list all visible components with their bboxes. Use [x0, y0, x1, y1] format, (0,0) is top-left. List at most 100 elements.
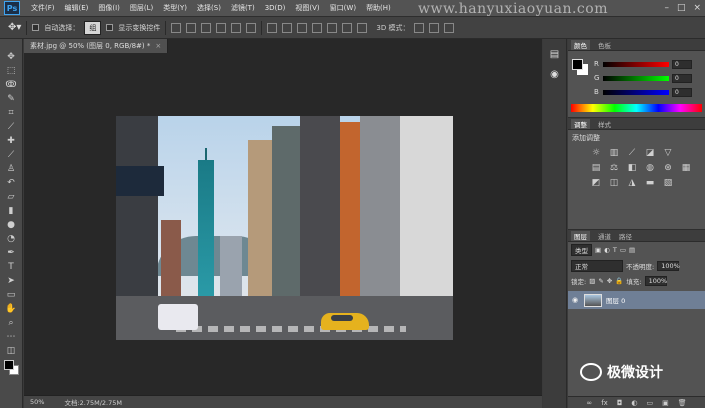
- new-group-icon[interactable]: ▭: [646, 399, 653, 407]
- auto-align-icon[interactable]: [357, 22, 368, 33]
- tab-channels[interactable]: 通道: [598, 231, 611, 241]
- tab-paths[interactable]: 路径: [619, 231, 632, 241]
- 3d-roll-icon[interactable]: [429, 22, 440, 33]
- red-value[interactable]: 0: [672, 59, 692, 69]
- align-vcenter-icon[interactable]: [186, 22, 197, 33]
- dodge-tool-icon[interactable]: ◔: [3, 233, 19, 245]
- maximize-icon[interactable]: □: [677, 3, 686, 13]
- show-transform-checkbox[interactable]: [106, 24, 114, 31]
- quick-mask-icon[interactable]: ◫: [3, 345, 19, 357]
- history-panel-icon[interactable]: ▤: [548, 49, 562, 61]
- tab-close-icon[interactable]: ×: [155, 42, 161, 50]
- pen-tool-icon[interactable]: ✒: [3, 247, 19, 259]
- brightness-contrast-icon[interactable]: ☼: [590, 148, 602, 158]
- move-tool-icon[interactable]: ✥: [3, 51, 19, 63]
- zoom-tool-icon[interactable]: ⌕: [3, 317, 19, 329]
- tab-swatches[interactable]: 色板: [598, 40, 611, 50]
- color-spectrum-bar[interactable]: [571, 104, 702, 112]
- history-brush-tool-icon[interactable]: ↶: [3, 177, 19, 189]
- filter-smart-icon[interactable]: ▤: [629, 246, 635, 254]
- layer-style-icon[interactable]: fx: [601, 399, 608, 407]
- blur-tool-icon[interactable]: ●: [3, 219, 19, 231]
- channel-mixer-icon[interactable]: ⊛: [662, 163, 674, 173]
- vibrance-icon[interactable]: ▽: [662, 148, 674, 158]
- align-left-icon[interactable]: [216, 22, 227, 33]
- threshold-icon[interactable]: ◮: [626, 178, 638, 188]
- auto-select-dropdown[interactable]: 组: [84, 20, 102, 35]
- minimize-icon[interactable]: –: [664, 3, 669, 13]
- canvas-image[interactable]: [116, 116, 453, 340]
- close-icon[interactable]: ×: [693, 3, 701, 13]
- opacity-input[interactable]: 100%: [657, 261, 680, 271]
- invert-icon[interactable]: ◩: [590, 178, 602, 188]
- filter-adjust-icon[interactable]: ◐: [604, 246, 610, 254]
- menu-type[interactable]: 类型(Y): [158, 3, 192, 13]
- foreground-color-swatch[interactable]: [4, 360, 14, 370]
- gradient-map-icon[interactable]: ▬: [644, 178, 656, 188]
- fill-input[interactable]: 100%: [644, 276, 667, 286]
- lock-position-icon[interactable]: ✥: [607, 277, 612, 285]
- menu-3d[interactable]: 3D(D): [260, 4, 291, 12]
- healing-brush-tool-icon[interactable]: ✚: [3, 135, 19, 147]
- blend-mode-dropdown[interactable]: 正常: [571, 260, 623, 272]
- menu-edit[interactable]: 编辑(E): [60, 3, 94, 13]
- brush-tool-icon[interactable]: ⟋: [3, 149, 19, 161]
- gradient-tool-icon[interactable]: ▮: [3, 205, 19, 217]
- exposure-icon[interactable]: ◪: [644, 148, 656, 158]
- new-adjustment-icon[interactable]: ◐: [631, 399, 637, 407]
- tab-styles[interactable]: 样式: [598, 119, 611, 129]
- link-layers-icon[interactable]: ∞: [586, 399, 592, 407]
- auto-select-checkbox[interactable]: [32, 24, 40, 31]
- align-hcenter-icon[interactable]: [231, 22, 242, 33]
- quick-select-tool-icon[interactable]: ✎: [3, 93, 19, 105]
- eyedropper-tool-icon[interactable]: ⟋: [3, 121, 19, 133]
- more-tools-icon[interactable]: ⋯: [3, 331, 19, 343]
- filter-pixel-icon[interactable]: ▣: [595, 246, 601, 254]
- distribute-right-icon[interactable]: [342, 22, 353, 33]
- add-mask-icon[interactable]: ◘: [617, 399, 623, 407]
- 3d-pan-icon[interactable]: [444, 22, 455, 33]
- crop-tool-icon[interactable]: ⌗: [3, 107, 19, 119]
- distribute-hcenter-icon[interactable]: [327, 22, 338, 33]
- blue-value[interactable]: 0: [672, 87, 692, 97]
- distribute-vcenter-icon[interactable]: [282, 22, 293, 33]
- levels-icon[interactable]: ▥: [608, 148, 620, 158]
- delete-layer-icon[interactable]: 🗑: [678, 399, 687, 407]
- filter-type-icon[interactable]: T: [613, 246, 617, 254]
- properties-panel-icon[interactable]: ◉: [548, 69, 562, 81]
- hand-tool-icon[interactable]: ✋: [3, 303, 19, 315]
- hue-saturation-icon[interactable]: ▤: [590, 163, 602, 173]
- align-right-icon[interactable]: [246, 22, 257, 33]
- clone-stamp-tool-icon[interactable]: ♙: [3, 163, 19, 175]
- lock-pixels-icon[interactable]: ▨: [589, 277, 595, 285]
- blue-slider[interactable]: [603, 89, 669, 95]
- menu-filter[interactable]: 滤镜(T): [226, 3, 260, 13]
- align-top-icon[interactable]: [171, 22, 182, 33]
- menu-image[interactable]: 图像(I): [93, 3, 125, 13]
- curves-icon[interactable]: ⟋: [626, 148, 638, 158]
- menu-layer[interactable]: 图层(L): [125, 3, 158, 13]
- eraser-tool-icon[interactable]: ▱: [3, 191, 19, 203]
- distribute-left-icon[interactable]: [312, 22, 323, 33]
- menu-window[interactable]: 窗口(W): [325, 3, 361, 13]
- menu-file[interactable]: 文件(F): [26, 3, 60, 13]
- tab-layers[interactable]: 图层: [571, 230, 590, 241]
- layer-row[interactable]: ◉ 图层 0: [568, 291, 705, 309]
- marquee-tool-icon[interactable]: ⬚: [3, 65, 19, 77]
- color-lookup-icon[interactable]: ▦: [680, 163, 692, 173]
- type-tool-icon[interactable]: T: [3, 261, 19, 273]
- menu-select[interactable]: 选择(S): [192, 3, 226, 13]
- foreground-color-swatch[interactable]: [572, 59, 583, 70]
- lock-all-icon[interactable]: 🔒: [615, 277, 623, 285]
- distribute-bottom-icon[interactable]: [297, 22, 308, 33]
- new-layer-icon[interactable]: ▣: [662, 399, 669, 407]
- layer-filter-dropdown[interactable]: 类型: [571, 244, 592, 256]
- green-slider[interactable]: [603, 75, 669, 81]
- black-white-icon[interactable]: ◧: [626, 163, 638, 173]
- move-tool-preset-icon[interactable]: ✥▾: [8, 22, 21, 33]
- distribute-top-icon[interactable]: [267, 22, 278, 33]
- green-value[interactable]: 0: [672, 73, 692, 83]
- path-select-tool-icon[interactable]: ➤: [3, 275, 19, 287]
- menu-help[interactable]: 帮助(H): [361, 3, 396, 13]
- filter-shape-icon[interactable]: ▭: [620, 246, 626, 254]
